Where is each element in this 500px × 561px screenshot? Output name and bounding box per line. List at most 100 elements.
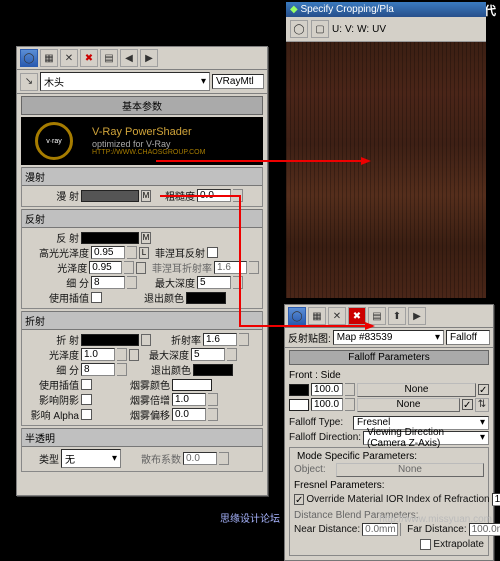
front-value-input[interactable]: 100.0: [311, 383, 343, 396]
side-value-input[interactable]: 100.0: [311, 398, 343, 411]
fog-color-swatch[interactable]: [172, 379, 212, 391]
texture-viewer-icon: ◆: [290, 4, 298, 15]
front-side-label: Front : Side: [289, 370, 489, 381]
annotation-arrow-diffuse: [156, 155, 376, 178]
pick-icon[interactable]: ↘: [20, 73, 38, 91]
circle-tool-icon[interactable]: ◯: [290, 20, 308, 38]
refr-subdiv-input[interactable]: 8: [81, 363, 115, 376]
refr-gloss-label: 光泽度: [25, 347, 79, 362]
affect-alpha-checkbox[interactable]: [81, 409, 92, 420]
falloff-dir-dropdown[interactable]: Viewing Direction (Camera Z-Axis)▾: [363, 431, 489, 445]
extrapolate-checkbox: [420, 539, 431, 550]
spinner-icon[interactable]: [117, 363, 127, 376]
diffuse-color-swatch[interactable]: [81, 190, 139, 202]
refl-subdiv-label: 细 分: [25, 275, 89, 290]
nav-right-icon[interactable]: ▶: [140, 49, 158, 67]
assign-icon[interactable]: ✕: [60, 49, 78, 67]
vray-logo-ring: v·ray: [35, 122, 73, 160]
spinner-icon[interactable]: [127, 246, 137, 259]
spinner-icon[interactable]: [124, 261, 134, 274]
affect-shadows-checkbox[interactable]: [81, 394, 92, 405]
material-toolbar: ◯ ▦ ✕ ✖ ▤ ◀ ▶: [17, 47, 267, 70]
falloff-type-label: Falloff Type:: [289, 417, 351, 428]
affect-alpha-label: 影响 Alpha: [25, 407, 79, 422]
diffuse-map-button[interactable]: M: [141, 190, 151, 202]
refr-exit-swatch[interactable]: [193, 364, 233, 376]
ior-text-label: Index of Refraction: [406, 494, 490, 505]
scatter-label: 散布系数: [141, 451, 181, 466]
refract-label: 折 射: [25, 332, 79, 347]
spinner-icon[interactable]: [345, 398, 355, 411]
material-name-dropdown[interactable]: 木头▾: [40, 72, 210, 91]
reflect-color-swatch[interactable]: [81, 232, 139, 244]
falloff-params-header[interactable]: Falloff Parameters: [289, 350, 489, 365]
basic-params-header[interactable]: 基本参数: [21, 96, 263, 115]
refr-interp-checkbox[interactable]: [81, 379, 92, 390]
swap-icon[interactable]: ⇅: [475, 398, 489, 412]
translucency-header: 半透明: [22, 428, 262, 447]
hilight-label: 高光光泽度: [25, 245, 89, 260]
spinner-icon[interactable]: [208, 408, 218, 421]
spinner-icon[interactable]: [345, 383, 355, 396]
w-label: W:: [357, 24, 369, 35]
falloff-ior-input[interactable]: 1.6: [492, 493, 500, 506]
nav-left-icon[interactable]: ◀: [120, 49, 138, 67]
footer-url: http://www.missyuan.com: [379, 514, 492, 525]
refl-gloss-map[interactable]: [136, 262, 146, 274]
override-ior-label: Override Material IOR: [306, 494, 403, 505]
refr-maxdepth-input[interactable]: 5: [191, 348, 225, 361]
spinner-icon[interactable]: [127, 276, 137, 289]
map-type-button[interactable]: Falloff: [446, 330, 490, 345]
square-tool-icon[interactable]: ▢: [311, 20, 329, 38]
reflect-label: 反 射: [25, 230, 79, 245]
lock-button[interactable]: L: [139, 247, 149, 259]
refract-color-swatch[interactable]: [81, 334, 139, 346]
refl-subdiv-input[interactable]: 8: [91, 276, 125, 289]
chevron-down-icon: ▾: [112, 453, 117, 464]
fog-color-label: 烟雾颜色: [130, 377, 170, 392]
u-label: U:: [332, 24, 342, 35]
refr-exit-label: 退出颜色: [151, 362, 191, 377]
material-type-button[interactable]: VRayMtl: [212, 74, 264, 89]
front-map-button[interactable]: None: [357, 383, 476, 397]
fog-mult-input[interactable]: 1.0: [172, 393, 206, 406]
refl-interp-checkbox[interactable]: [91, 292, 102, 303]
refl-gloss-input[interactable]: 0.95: [89, 261, 122, 274]
front-color-swatch[interactable]: [289, 384, 309, 396]
vray-headline: V-Ray PowerShader: [92, 126, 205, 139]
go-parent-icon[interactable]: ⬆: [388, 307, 406, 325]
refl-gloss-label: 光泽度: [25, 260, 87, 275]
side-map-button[interactable]: None: [357, 398, 460, 412]
hilight-input[interactable]: 0.95: [91, 246, 125, 259]
viewer-titlebar[interactable]: ◆ Specify Cropping/Pla: [286, 2, 486, 17]
material-type-label: VRayMtl: [216, 76, 254, 87]
diffuse-label: 漫 射: [25, 188, 79, 203]
side-enable-checkbox[interactable]: ✓: [462, 399, 473, 410]
footer-text: 思缘设计论坛: [220, 514, 280, 525]
fresnel-params-label: Fresnel Parameters:: [294, 480, 484, 491]
refr-gloss-map[interactable]: [129, 349, 139, 361]
refr-gloss-input[interactable]: 1.0: [81, 348, 115, 361]
fog-bias-input[interactable]: 0.0: [172, 408, 206, 421]
chevron-down-icon: ▾: [480, 417, 485, 428]
front-enable-checkbox[interactable]: ✓: [478, 384, 489, 395]
side-color-swatch[interactable]: [289, 399, 309, 411]
object-label: Object:: [294, 464, 334, 475]
get-material-icon[interactable]: ◯: [20, 49, 38, 67]
reset-icon[interactable]: ✖: [80, 49, 98, 67]
viewer-toolbar: ◯ ▢ U: V: W: UV: [286, 17, 486, 42]
show-map-icon[interactable]: ▤: [100, 49, 118, 67]
trans-type-dropdown[interactable]: 无▾: [61, 449, 121, 468]
refract-map-button[interactable]: [141, 334, 151, 346]
material-name-bar: ↘ 木头▾ VRayMtl: [17, 70, 267, 94]
mode-specific-group: Mode Specific Parameters: Object: None F…: [289, 447, 489, 556]
reflect-map-button[interactable]: M: [141, 232, 151, 244]
go-sibling-icon[interactable]: ▶: [408, 307, 426, 325]
annotation-arrow-reflect: [160, 196, 380, 349]
spinner-icon[interactable]: [117, 348, 127, 361]
spinner-icon[interactable]: [227, 348, 237, 361]
put-material-icon[interactable]: ▦: [40, 49, 58, 67]
spinner-icon[interactable]: [208, 393, 218, 406]
override-ior-checkbox[interactable]: ✓: [294, 494, 304, 505]
spinner-icon: [219, 452, 229, 465]
